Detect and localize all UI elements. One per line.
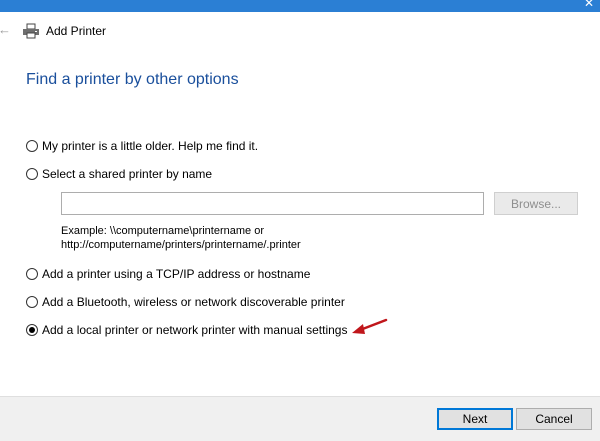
dialog-title: Add Printer bbox=[46, 24, 107, 38]
cancel-button[interactable]: Cancel bbox=[516, 408, 592, 430]
back-arrow-icon[interactable]: ← bbox=[0, 23, 11, 37]
printer-icon bbox=[23, 23, 39, 39]
option-shared-printer[interactable]: Select a shared printer by name bbox=[26, 166, 212, 182]
option-label: My printer is a little older. Help me fi… bbox=[42, 139, 259, 153]
dialog-footer: Next Cancel bbox=[0, 396, 600, 441]
radio-bluetooth-printer[interactable] bbox=[26, 296, 38, 308]
option-tcpip-printer[interactable]: Add a printer using a TCP/IP address or … bbox=[26, 266, 310, 282]
shared-printer-name-input[interactable] bbox=[61, 192, 484, 215]
browse-button[interactable]: Browse... bbox=[494, 192, 578, 215]
example-line-1: Example: \\computername\printername or bbox=[61, 225, 264, 237]
option-label: Add a local printer or network printer w… bbox=[42, 323, 348, 337]
radio-tcpip-printer[interactable] bbox=[26, 268, 38, 280]
annotation-arrow-icon bbox=[352, 318, 388, 334]
dialog-header: ← Add Printer bbox=[0, 12, 600, 50]
option-label: Select a shared printer by name bbox=[42, 167, 213, 181]
option-label: Add a Bluetooth, wireless or network dis… bbox=[42, 295, 345, 309]
radio-local-printer[interactable] bbox=[26, 324, 38, 336]
example-line-2: http://computername/printers/printername… bbox=[61, 239, 301, 251]
page-title: Find a printer by other options bbox=[26, 71, 239, 88]
next-button[interactable]: Next bbox=[437, 408, 513, 430]
option-bluetooth-printer[interactable]: Add a Bluetooth, wireless or network dis… bbox=[26, 294, 345, 310]
option-label: Add a printer using a TCP/IP address or … bbox=[42, 267, 311, 281]
close-icon[interactable]: ✕ bbox=[584, 0, 594, 9]
option-older-printer[interactable]: My printer is a little older. Help me fi… bbox=[26, 138, 258, 154]
window-titlebar-strip: ✕ bbox=[0, 0, 600, 12]
example-text: Example: \\computername\printername or h… bbox=[61, 224, 301, 252]
radio-older-printer[interactable] bbox=[26, 140, 38, 152]
radio-shared-printer[interactable] bbox=[26, 168, 38, 180]
option-local-printer[interactable]: Add a local printer or network printer w… bbox=[26, 322, 347, 338]
